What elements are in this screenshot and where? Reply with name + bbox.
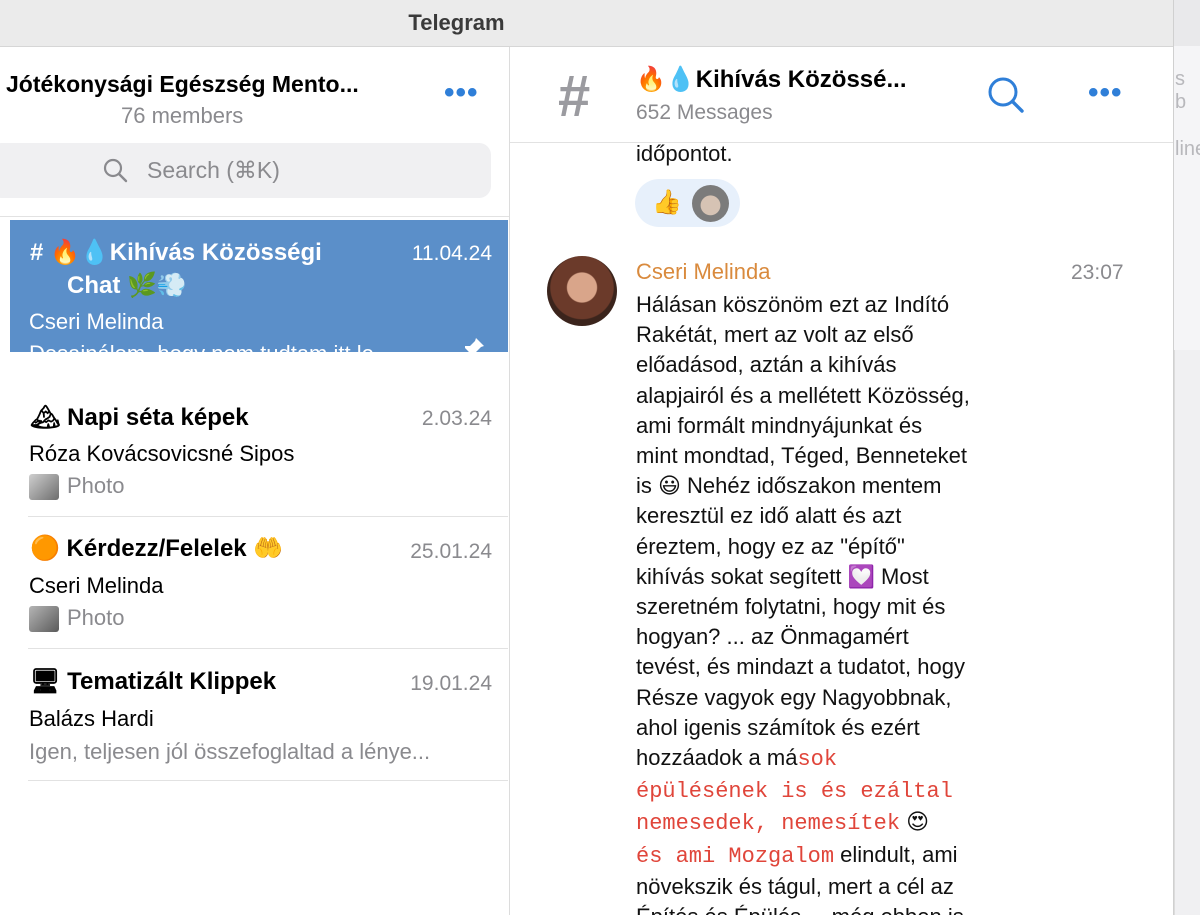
- chat-item-kerdezz[interactable]: 🟠 Kérdezz/Felelek 🤲 25.01.24 Cseri Melin…: [10, 518, 508, 650]
- chat-name-line2: Chat 🌿💨: [67, 272, 187, 299]
- divider: [28, 780, 508, 781]
- message-author[interactable]: Cseri Melinda: [636, 259, 771, 285]
- message-line: hogyan? ... az Önmagamért: [636, 624, 909, 650]
- conversation-header: # 🔥💧Kihívás Közössé... 652 Messages •••: [510, 47, 1173, 143]
- message-line: előadásod, aztán a kihívás: [636, 352, 897, 378]
- chat-sender: Cseri Melinda: [29, 309, 164, 334]
- background-panel: [1174, 350, 1200, 915]
- chat-list-pane: Jótékonysági Egészség Mento... 76 member…: [0, 47, 510, 915]
- conversation-pane: # 🔥💧Kihívás Közössé... 652 Messages ••• …: [510, 47, 1173, 915]
- message-line: Építés és Épülés ... még ebben is: [636, 902, 1076, 915]
- message-line: Része vagyok egy Nagyobbnak,: [636, 684, 952, 710]
- message-text: elindult, ami: [834, 841, 958, 867]
- background-text: line: [1175, 138, 1200, 160]
- message-line: kihívás sokat segített 💟 Most: [636, 563, 929, 589]
- chat-name: 🏔 Napi séta képek: [30, 404, 249, 431]
- chat-preview: Desajnálom, hogy nem tudtam itt le...: [29, 341, 393, 366]
- chat-date: 19.01.24: [410, 672, 492, 695]
- message-line: szeretném folytatni, hogy mit és: [636, 594, 946, 620]
- message-line: alapjairól és a mellétett Közösség,: [636, 382, 970, 408]
- message-line: és ami Mozgalom elindult, ami: [636, 840, 1076, 872]
- message-text: hozzáadok a má: [636, 745, 798, 771]
- photo-thumbnail: [29, 606, 59, 633]
- divider: [28, 648, 508, 649]
- chat-item-kihivas[interactable]: # 🔥💧Kihívás Közösségi Chat 🌿💨 11.04.24 C…: [10, 220, 508, 366]
- channel-title[interactable]: 🔥💧Kihívás Közössé...: [636, 65, 907, 94]
- message-time: 23:07: [1071, 261, 1124, 284]
- more-menu-icon[interactable]: •••: [444, 78, 479, 108]
- chat-preview-row: Photo: [29, 473, 125, 501]
- reaction-pill[interactable]: 👍: [635, 179, 740, 227]
- chat-name: # 🔥💧Kihívás Közösségi: [30, 239, 322, 266]
- chat-name: 🖥 Tematizált Klippek: [30, 668, 277, 695]
- chat-date: 25.01.24: [410, 540, 492, 563]
- chat-date: 2.03.24: [421, 407, 492, 430]
- previous-message-tail: időpontot.: [636, 141, 733, 166]
- divider: [0, 216, 509, 217]
- search-icon: [103, 158, 128, 183]
- channel-hash-icon: #: [558, 64, 591, 129]
- search-icon[interactable]: [985, 75, 1027, 117]
- code-span: nemesedek, nemesítek: [636, 811, 901, 837]
- chat-item-napi-seta[interactable]: 🏔 Napi séta képek 2.03.24 Róza Kovácsovi…: [10, 385, 508, 517]
- chat-preview: Photo: [67, 473, 125, 498]
- reactor-avatar: [692, 185, 729, 222]
- chat-item-tematizalt[interactable]: 🖥 Tematizált Klippek 19.01.24 Balázs Har…: [10, 650, 508, 782]
- chat-date: 11.04.24: [411, 242, 492, 265]
- message-line: hozzáadok a mások: [636, 743, 1076, 775]
- message-line: keresztül ez idő alatt és azt: [636, 503, 902, 529]
- search-field[interactable]: Search (⌘K): [0, 143, 491, 198]
- message-line: mint mondtad, Téged, Benneteket: [636, 443, 968, 469]
- chat-name: 🟠 Kérdezz/Felelek 🤲: [30, 535, 284, 562]
- code-span: sok: [797, 747, 838, 773]
- heart-eyes-emoji: 😍: [906, 809, 930, 835]
- code-span: és ami Mozgalom: [636, 843, 835, 869]
- chat-preview: Igen, teljesen jól összefoglaltad a lény…: [29, 739, 431, 764]
- group-title[interactable]: Jótékonysági Egészség Mento...: [6, 71, 396, 98]
- divider: [28, 516, 508, 517]
- photo-thumbnail: [29, 474, 59, 501]
- message-body: Hálásan köszönöm ezt az Indító Rakétát, …: [636, 290, 1076, 915]
- chat-sender: Balázs Hardi: [29, 706, 154, 731]
- group-members-count: 76 members: [121, 103, 244, 128]
- window-title: Telegram: [408, 10, 505, 35]
- search-placeholder: Search (⌘K): [147, 157, 280, 183]
- message-line: tevést, és mindazt a tudatot, hogy: [636, 654, 965, 680]
- telegram-window: Telegram Jótékonysági Egészség Mento... …: [0, 0, 1174, 915]
- background-text: s b: [1175, 68, 1187, 113]
- message-line: is 😃 Nehéz időszakon mentem: [636, 473, 942, 499]
- chat-sender: Cseri Melinda: [29, 573, 164, 598]
- message-line: ahol igenis számítok és ezért: [636, 714, 920, 740]
- message-line: Rakétát, mert az volt az első: [636, 322, 914, 348]
- message-line: nemesedek, nemesítek 😍: [636, 807, 1076, 839]
- message-line: Hálásan köszönöm ezt az Indító: [636, 292, 950, 317]
- avatar[interactable]: [547, 256, 617, 326]
- pin-icon: [464, 338, 484, 358]
- channel-message-count: 652 Messages: [636, 101, 773, 124]
- message-line: éreztem, hogy ez az "építő": [636, 533, 905, 559]
- message-line: ami formált mindnyájunkat és: [636, 412, 923, 438]
- code-span: épülésének is és ezáltal: [636, 779, 953, 805]
- title-bar: Telegram: [0, 0, 1173, 47]
- chat-preview-row: Photo: [29, 605, 125, 633]
- chat-preview: Photo: [67, 605, 125, 630]
- chat-sender: Róza Kovácsovicsné Sipos: [29, 441, 295, 466]
- message-line: épülésének is és ezáltal: [636, 775, 1076, 807]
- more-menu-icon[interactable]: •••: [1088, 78, 1123, 108]
- thumbs-up-icon: 👍: [652, 189, 682, 216]
- message-line: növekszik és tágul, mert a cél az: [636, 873, 954, 899]
